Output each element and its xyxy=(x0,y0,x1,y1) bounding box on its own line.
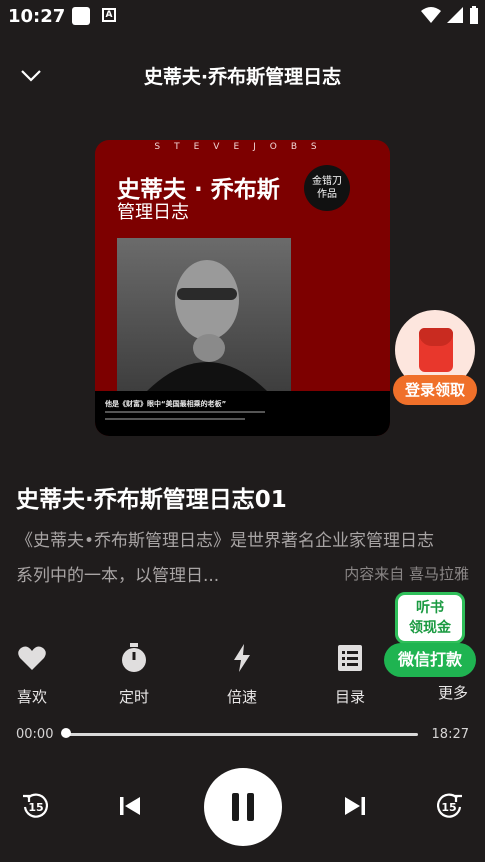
forward-seconds: 15 xyxy=(441,801,456,814)
forward-15-icon[interactable]: 15 xyxy=(433,790,465,822)
login-reward-float[interactable]: 登录领取 xyxy=(393,310,477,410)
signal-icon xyxy=(447,7,463,23)
listen-earn-line2: 领现金 xyxy=(409,620,451,636)
status-time: 10:27 xyxy=(8,6,66,27)
more-icon xyxy=(437,642,469,674)
content-source: 内容来自 喜马拉雅 xyxy=(344,565,469,583)
heart-icon xyxy=(18,646,46,670)
app-notification-icon: A xyxy=(102,8,116,22)
timer-icon xyxy=(122,643,146,672)
timer-label: 定时 xyxy=(118,688,149,706)
envelope-flap xyxy=(419,328,453,346)
cover-caption: 他是《财富》眼中“美国最相乘的老板” xyxy=(105,400,227,408)
progress-handle[interactable] xyxy=(61,728,71,738)
next-track-icon[interactable] xyxy=(339,790,371,822)
track-description-line1[interactable]: 《史蒂夫•乔布斯管理日志》是世界著名企业家管理日志 xyxy=(16,526,434,551)
wifi-icon xyxy=(421,7,441,23)
lightning-icon xyxy=(234,644,250,672)
badge-line2: 作品 xyxy=(317,189,337,200)
more-label: 更多 xyxy=(437,684,468,702)
page-title: 史蒂夫·乔布斯管理日志 xyxy=(143,66,342,88)
total-time: 18:27 xyxy=(431,727,469,742)
login-reward-label[interactable]: 登录领取 xyxy=(393,375,477,405)
notification-icon xyxy=(72,7,90,25)
battery-icon xyxy=(470,6,478,24)
cover-portrait xyxy=(117,238,291,391)
progress-bar[interactable] xyxy=(64,733,418,736)
badge-line1: 金错刀 xyxy=(312,176,342,187)
more-button[interactable]: 更多 xyxy=(418,642,485,703)
cover-footer-strip xyxy=(95,391,390,436)
like-label: 喜欢 xyxy=(16,688,47,706)
catalog-button[interactable]: 目录 xyxy=(315,642,385,707)
cover-top-text: STEVEJOBS xyxy=(154,142,331,152)
status-icons xyxy=(421,6,479,24)
track-title: 史蒂夫·乔布斯管理日志01 xyxy=(16,487,287,513)
pause-button[interactable] xyxy=(204,768,282,846)
like-button[interactable]: 喜欢 xyxy=(0,642,67,707)
cover-fineprint xyxy=(105,418,245,420)
cover-fineprint xyxy=(105,411,265,413)
rewind-seconds: 15 xyxy=(28,801,43,814)
track-description-line2[interactable]: 系列中的一本，以管理日... xyxy=(16,561,219,586)
speed-button[interactable]: 倍速 xyxy=(207,642,277,707)
current-time: 00:00 xyxy=(16,727,54,742)
list-icon xyxy=(338,645,362,671)
timer-button[interactable]: 定时 xyxy=(99,642,169,707)
listen-earn-line1: 听书 xyxy=(416,600,444,616)
rewind-15-icon[interactable]: 15 xyxy=(20,790,52,822)
listen-earn-card[interactable]: 听书 领现金 xyxy=(395,592,465,644)
catalog-label: 目录 xyxy=(334,688,365,706)
cover-subtitle: 管理日志 xyxy=(117,202,189,223)
previous-track-icon[interactable] xyxy=(114,790,146,822)
cover-author-badge: 金错刀 作品 xyxy=(304,165,350,211)
pause-icon xyxy=(232,793,254,821)
album-cover: STEVEJOBS 史蒂夫 · 乔布斯 管理日志 金错刀 作品 他是《财富》眼中… xyxy=(95,140,390,436)
speed-label: 倍速 xyxy=(226,688,257,706)
